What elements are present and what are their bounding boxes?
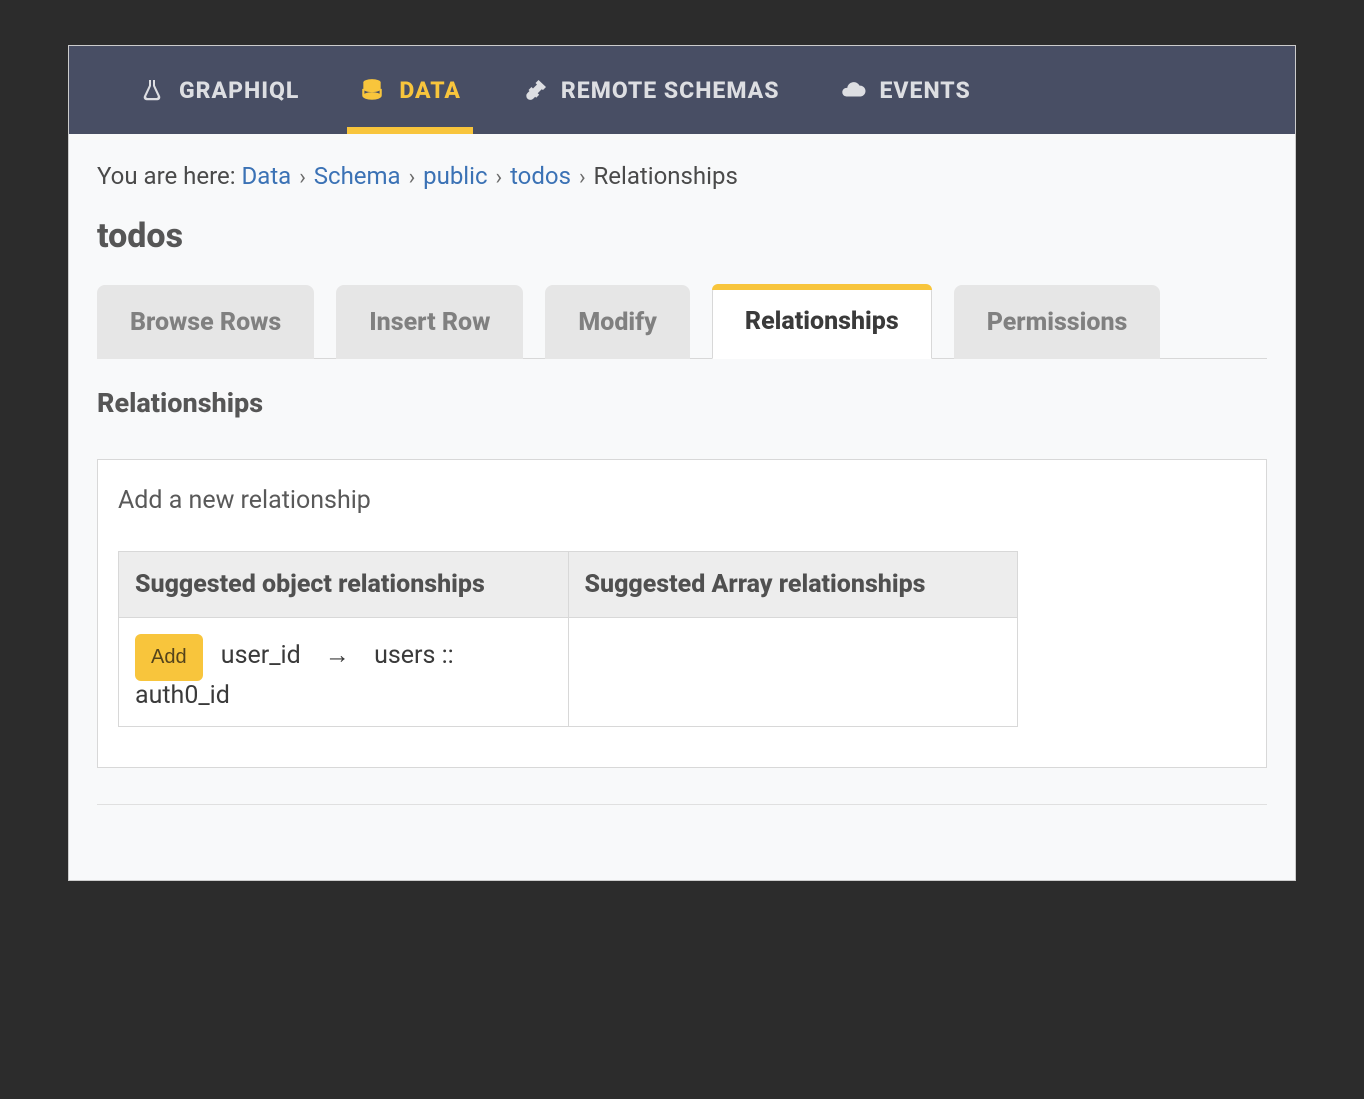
nav-item-events[interactable]: EVENTS [810, 46, 1001, 134]
nav-label: REMOTE SCHEMAS [561, 77, 780, 104]
app-window: GRAPHIQL DATA REMOTE SCHEMAS EVENTS You … [68, 45, 1296, 881]
arrow-right-icon: → [325, 641, 350, 670]
page-title: todos [97, 216, 1267, 256]
breadcrumb-link-schema[interactable]: Schema [314, 162, 401, 190]
nav-label: GRAPHIQL [179, 77, 299, 104]
tab-modify[interactable]: Modify [545, 285, 690, 359]
table-row: Add user_id → users :: auth0_id [119, 618, 1018, 727]
cloud-icon [840, 77, 866, 103]
tab-relationships[interactable]: Relationships [712, 284, 932, 359]
breadcrumb-link-todos[interactable]: todos [510, 162, 571, 190]
nav-item-data[interactable]: DATA [329, 46, 491, 134]
breadcrumb-sep: › [299, 165, 306, 190]
breadcrumb-prefix: You are here: [97, 162, 242, 190]
nav-label: DATA [399, 77, 461, 104]
breadcrumb: You are here: Data › Schema › public › t… [97, 162, 1267, 190]
breadcrumb-current: Relationships [594, 162, 738, 190]
content-area: You are here: Data › Schema › public › t… [69, 134, 1295, 880]
add-button[interactable]: Add [135, 634, 203, 681]
section-title: Relationships [97, 387, 1267, 419]
col-header-array: Suggested Array relationships [568, 552, 1018, 618]
breadcrumb-sep: › [409, 165, 416, 190]
from-column: user_id [221, 641, 301, 670]
object-rel-cell: Add user_id → users :: auth0_id [119, 618, 569, 727]
nav-label: EVENTS [880, 77, 971, 104]
tab-browse-rows[interactable]: Browse Rows [97, 285, 314, 359]
nav-item-graphiql[interactable]: GRAPHIQL [109, 46, 329, 134]
breadcrumb-sep: › [496, 165, 503, 190]
add-relationship-card: Add a new relationship Suggested object … [97, 459, 1267, 768]
tab-insert-row[interactable]: Insert Row [336, 285, 523, 359]
divider [97, 804, 1267, 805]
plug-icon [521, 77, 547, 103]
breadcrumb-link-public[interactable]: public [423, 162, 487, 190]
breadcrumb-link-data[interactable]: Data [242, 162, 292, 190]
card-heading: Add a new relationship [118, 486, 1246, 515]
nav-item-remote-schemas[interactable]: REMOTE SCHEMAS [491, 46, 810, 134]
col-header-object: Suggested object relationships [119, 552, 569, 618]
suggested-relationships-table: Suggested object relationships Suggested… [118, 551, 1018, 727]
top-nav: GRAPHIQL DATA REMOTE SCHEMAS EVENTS [69, 46, 1295, 134]
tab-permissions[interactable]: Permissions [954, 285, 1161, 359]
relationships-section: Relationships Add a new relationship Sug… [97, 359, 1267, 805]
tabs: Browse Rows Insert Row Modify Relationsh… [97, 284, 1267, 359]
database-icon [359, 77, 385, 103]
breadcrumb-sep: › [579, 165, 586, 190]
array-rel-cell [568, 618, 1018, 727]
flask-icon [139, 77, 165, 103]
